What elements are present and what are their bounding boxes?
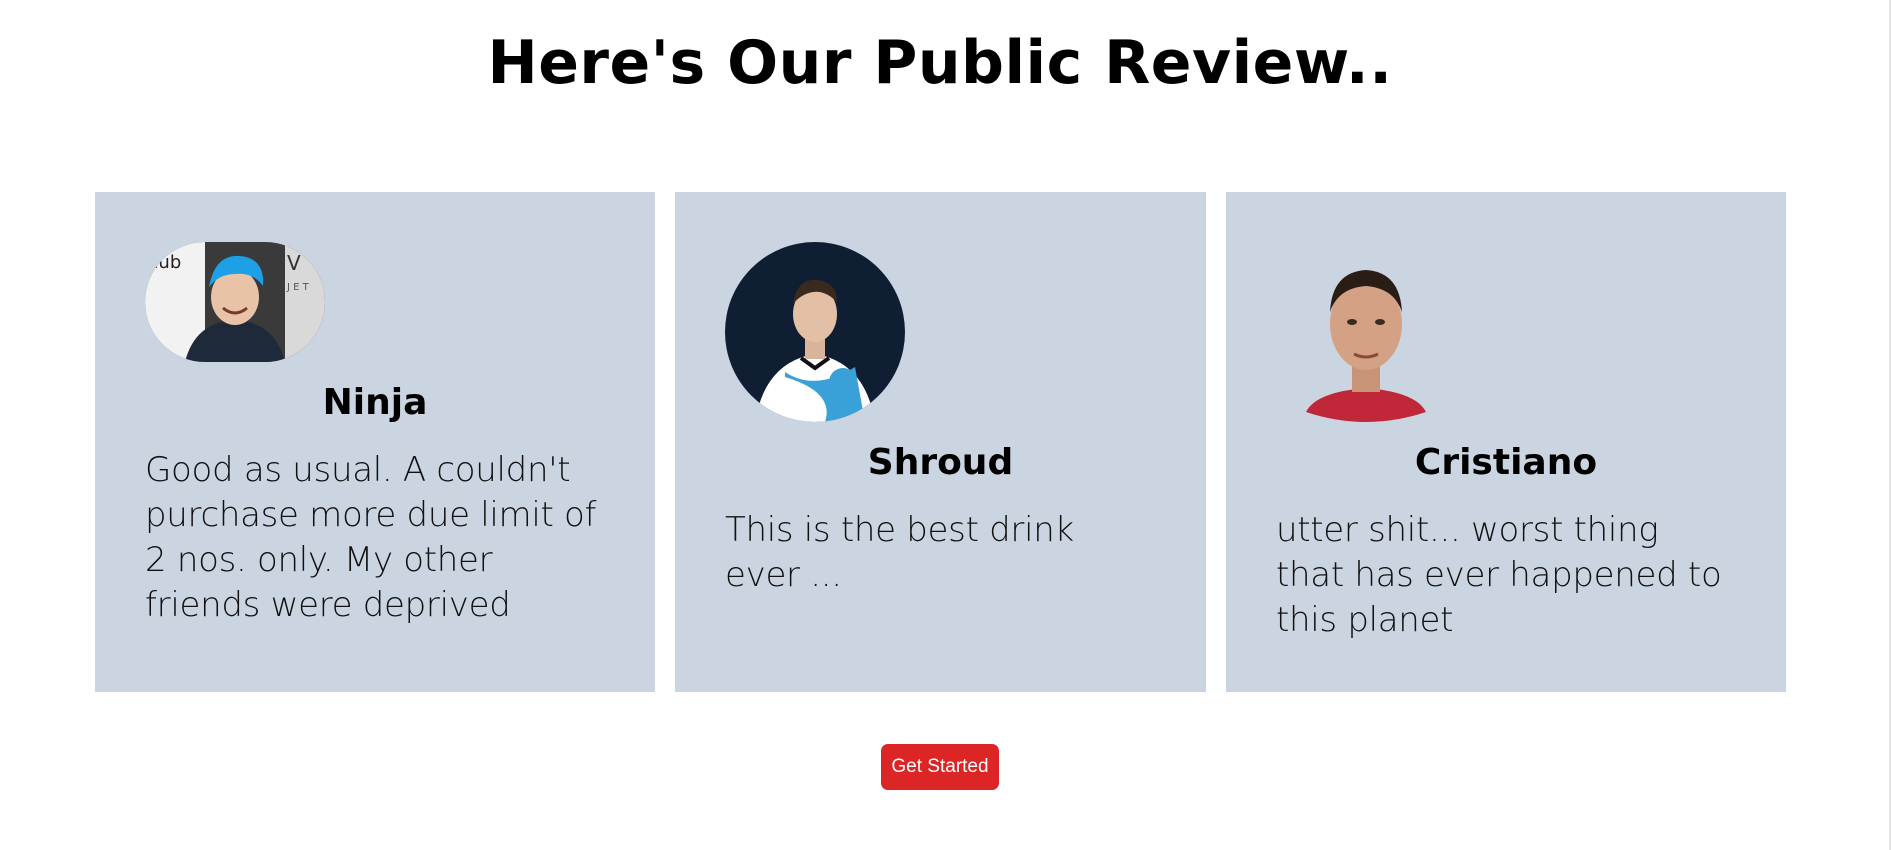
review-card-shroud: Shroud This is the best drink ever ...	[675, 192, 1206, 692]
reviewer-name: Shroud	[867, 442, 1014, 483]
shroud-avatar-icon	[725, 242, 905, 422]
svg-text:J E T: J E T	[286, 282, 310, 293]
review-card-cristiano: Cristiano utter shit... worst thing that…	[1226, 192, 1786, 692]
ninja-avatar-icon: hub V J E T	[145, 242, 325, 362]
avatar	[1276, 242, 1456, 422]
reviews-page: Here's Our Public Review.. hub V J E T N…	[0, 0, 1891, 850]
review-text: utter shit... worst thing that has ever …	[1276, 510, 1722, 640]
svg-text:V: V	[287, 251, 301, 275]
review-text: This is the best drink ever ...	[725, 510, 1074, 595]
review-card-ninja: hub V J E T Ninja Good as usual. A could…	[95, 192, 655, 692]
reviewer-name: Ninja	[322, 382, 428, 423]
svg-text:hub: hub	[147, 252, 181, 273]
reviewer-name: Cristiano	[1414, 442, 1598, 483]
get-started-button[interactable]: Get Started	[881, 744, 999, 790]
cristiano-avatar-icon	[1306, 270, 1426, 422]
avatar: hub V J E T	[145, 242, 325, 362]
review-text: Good as usual. A couldn't purchase more …	[145, 450, 597, 625]
avatar	[725, 242, 905, 422]
section-title: Here's Our Public Review..	[487, 28, 1393, 98]
